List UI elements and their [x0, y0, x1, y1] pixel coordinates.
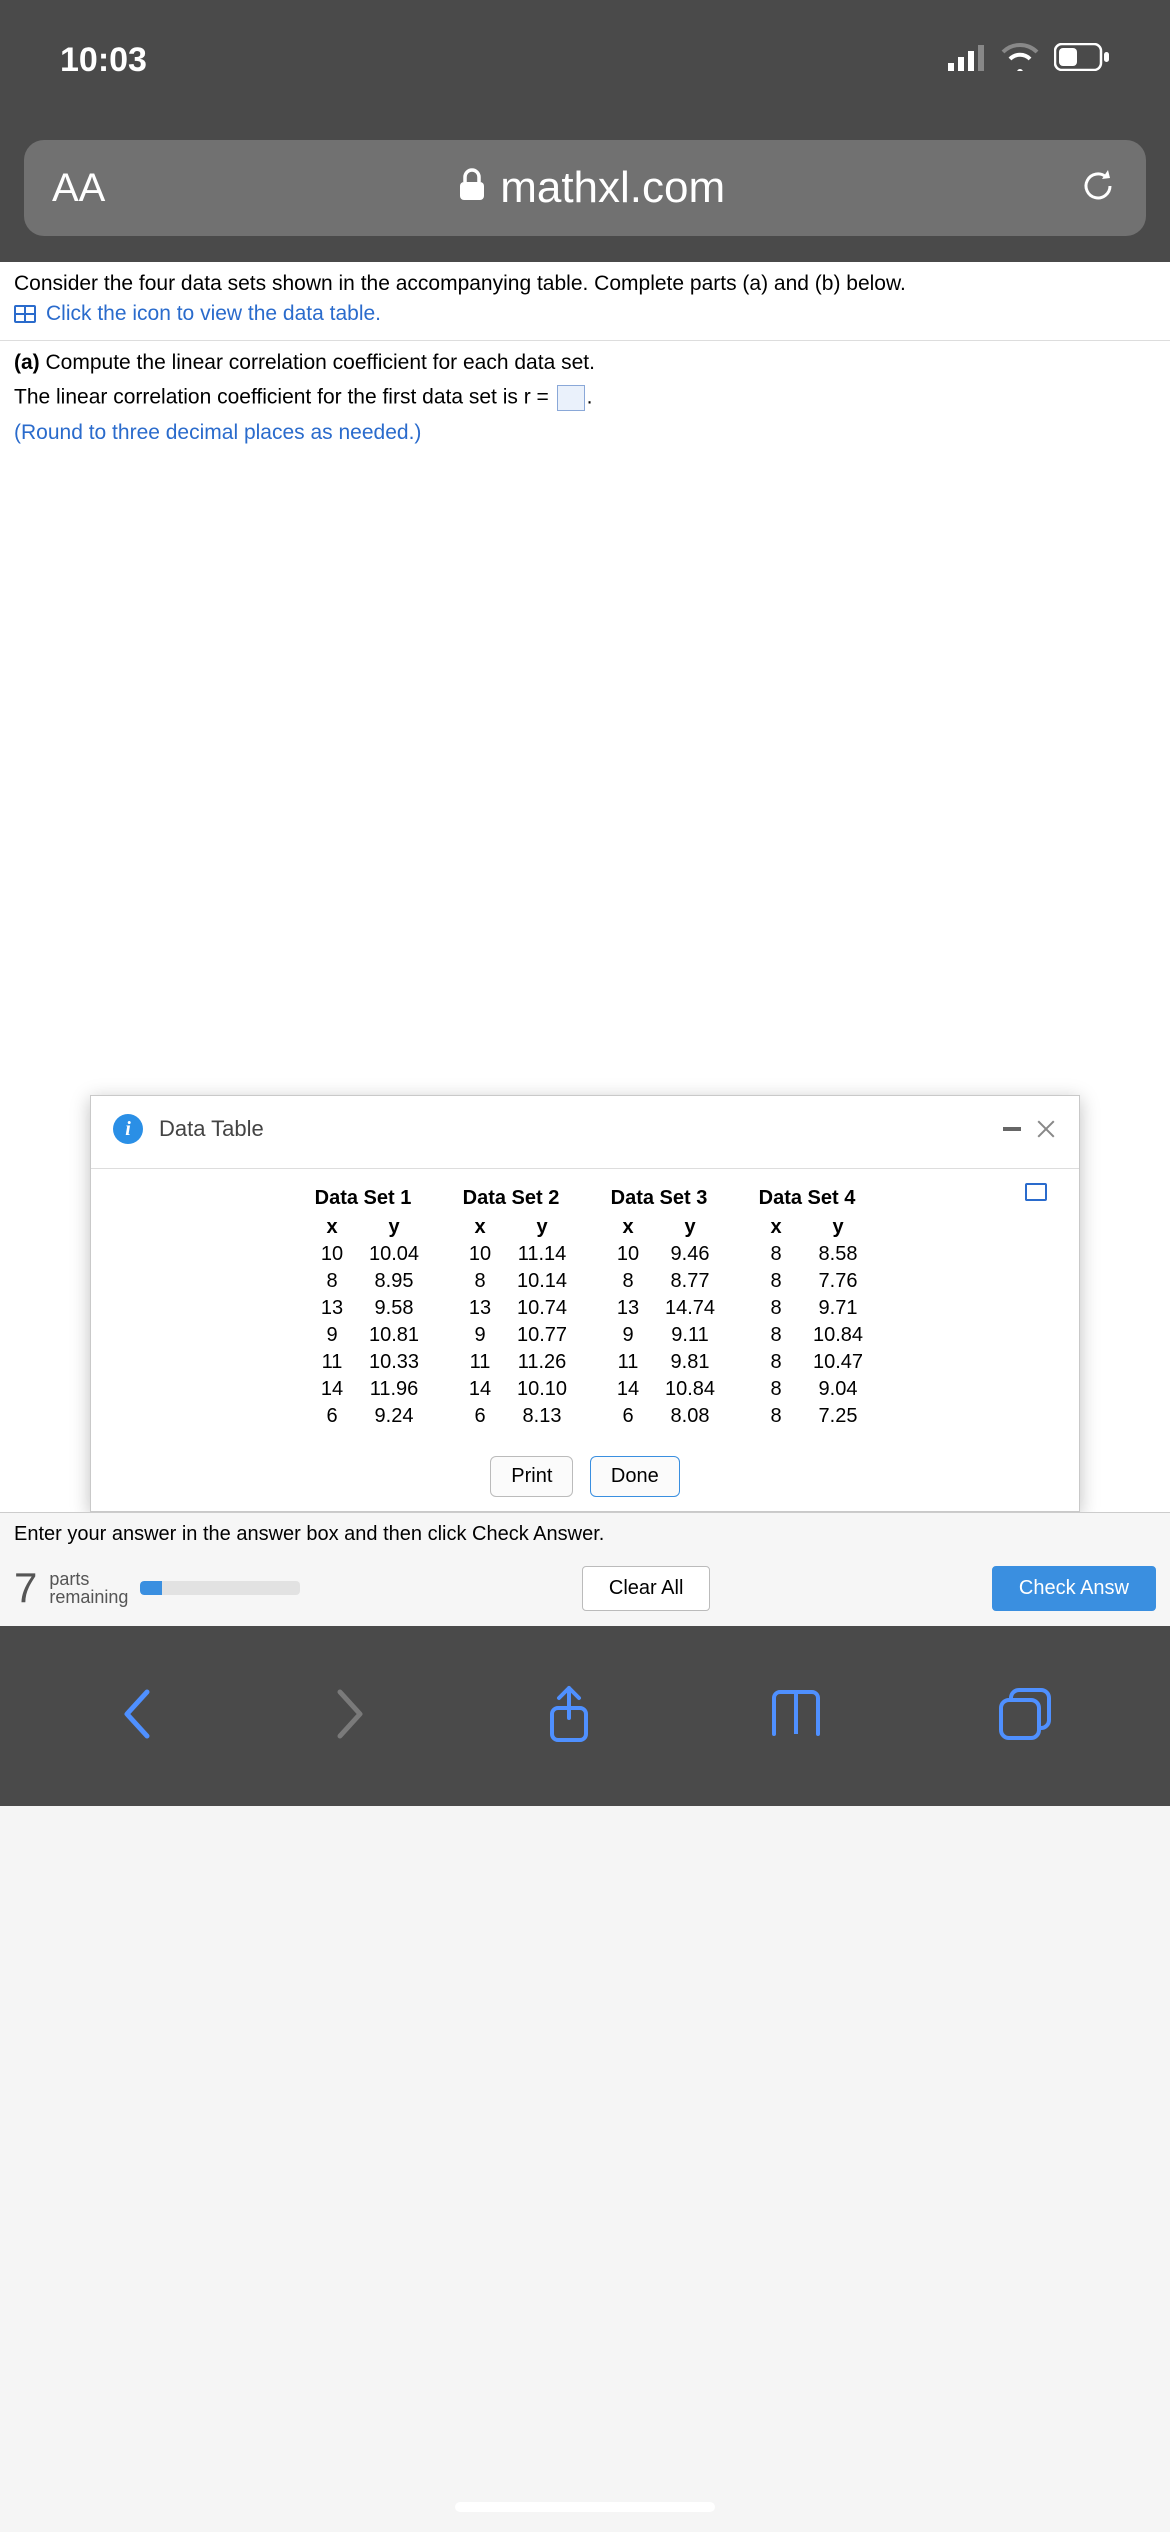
dataset-header: xy — [745, 1214, 869, 1241]
dataset-row: 810.84 — [745, 1322, 869, 1349]
answer-suffix: . — [587, 386, 593, 409]
dataset-row: 119.81 — [597, 1349, 721, 1376]
dataset-row: 910.77 — [449, 1322, 573, 1349]
dataset-row: 910.81 — [301, 1322, 425, 1349]
dataset-title: Data Set 3 — [597, 1187, 721, 1210]
part-a-label: (a) — [14, 351, 40, 374]
dataset-row: 99.11 — [597, 1322, 721, 1349]
dataset-header: xy — [301, 1214, 425, 1241]
dataset-row: 109.46 — [597, 1241, 721, 1268]
parts-label-bot: remaining — [49, 1588, 128, 1606]
dataset-column: Data Set 2 xy1011.14810.141310.74910.7711… — [449, 1187, 573, 1430]
status-bar: 10:03 — [0, 0, 1170, 120]
tabs-button[interactable] — [997, 1686, 1053, 1747]
dataset-row: 139.58 — [301, 1295, 425, 1322]
dataset-row: 89.71 — [745, 1295, 869, 1322]
dataset-row: 1310.74 — [449, 1295, 573, 1322]
bookmarks-button[interactable] — [768, 1688, 824, 1745]
datasets-grid: Data Set 1xy1010.0488.95139.58910.811110… — [131, 1187, 1039, 1430]
dataset-column: Data Set 4xy88.5887.7689.71810.84810.478… — [745, 1187, 869, 1430]
info-icon: i — [113, 1114, 143, 1144]
whitespace — [0, 455, 1170, 1095]
dataset-title: Data Set 1 — [301, 1187, 425, 1210]
link-text: Click the icon to view the data table. — [46, 302, 381, 326]
part-a: (a) Compute the linear correlation coeff… — [0, 341, 1170, 455]
wifi-icon — [1000, 41, 1040, 80]
dataset-row: 89.04 — [745, 1376, 869, 1403]
dataset-row: 1011.14 — [449, 1241, 573, 1268]
browser-bar: AA mathxl.com — [0, 120, 1170, 262]
dataset-row: 1410.84 — [597, 1376, 721, 1403]
share-button[interactable] — [544, 1684, 594, 1749]
dataset-row: 69.24 — [301, 1403, 425, 1430]
close-button[interactable] — [1035, 1118, 1057, 1140]
dataset-title: Data Set 2 — [449, 1187, 573, 1210]
table-icon — [14, 305, 36, 323]
parts-count: 7 — [14, 1564, 37, 1612]
minimize-button[interactable] — [1003, 1127, 1021, 1131]
data-table-link[interactable]: Click the icon to view the data table. — [14, 302, 1156, 326]
answer-line: The linear correlation coefficient for t… — [14, 385, 1156, 411]
question-intro: Consider the four data sets shown in the… — [0, 262, 1170, 341]
copy-icon[interactable] — [1025, 1187, 1043, 1201]
clear-all-button[interactable]: Clear All — [582, 1566, 710, 1611]
progress-bar — [140, 1581, 300, 1595]
dataset-row: 810.14 — [449, 1268, 573, 1295]
battery-icon — [1054, 41, 1110, 80]
modal-footer: Print Done — [91, 1452, 1079, 1511]
reload-button[interactable] — [1078, 166, 1118, 211]
dataset-row: 88.58 — [745, 1241, 869, 1268]
dataset-row: 68.13 — [449, 1403, 573, 1430]
parts-remaining: 7 parts remaining — [14, 1564, 300, 1612]
status-indicators — [948, 41, 1110, 80]
part-a-text: Compute the linear correlation coefficie… — [40, 351, 595, 374]
home-indicator[interactable] — [455, 2502, 715, 2512]
dataset-row: 87.25 — [745, 1403, 869, 1430]
part-a-prompt: (a) Compute the linear correlation coeff… — [14, 351, 1156, 375]
dataset-row: 1010.04 — [301, 1241, 425, 1268]
page-content: Consider the four data sets shown in the… — [0, 262, 1170, 1626]
dataset-title: Data Set 4 — [745, 1187, 869, 1210]
dataset-row: 1111.26 — [449, 1349, 573, 1376]
answer-input[interactable] — [557, 385, 585, 411]
answer-footer: Enter your answer in the answer box and … — [0, 1512, 1170, 1626]
dataset-row: 88.95 — [301, 1268, 425, 1295]
dataset-column: Data Set 3 xy109.4688.771314.7499.11119.8… — [597, 1187, 721, 1430]
lock-icon — [458, 163, 486, 213]
rounding-hint: (Round to three decimal places as needed… — [14, 421, 1156, 445]
modal-title: Data Table — [159, 1116, 264, 1142]
dataset-row: 810.47 — [745, 1349, 869, 1376]
dataset-row: 88.77 — [597, 1268, 721, 1295]
ios-toolbar — [0, 1626, 1170, 1806]
dataset-row: 1110.33 — [301, 1349, 425, 1376]
parts-label-top: parts — [49, 1570, 128, 1588]
dataset-row: 1314.74 — [597, 1295, 721, 1322]
dataset-header: xy — [597, 1214, 721, 1241]
check-answer-button[interactable]: Check Answ — [992, 1566, 1156, 1611]
back-button[interactable] — [117, 1686, 157, 1747]
answer-prefix: The linear correlation coefficient for t… — [14, 386, 555, 409]
done-button[interactable]: Done — [590, 1456, 680, 1497]
footer-row: 7 parts remaining Clear All Check Answ — [0, 1556, 1170, 1626]
url-display[interactable]: mathxl.com — [458, 163, 725, 213]
modal-body: Data Set 1xy1010.0488.95139.58910.811110… — [91, 1168, 1079, 1452]
text-size-button[interactable]: AA — [52, 166, 105, 211]
intro-text: Consider the four data sets shown in the… — [14, 272, 1156, 296]
dataset-row: 1411.96 — [301, 1376, 425, 1403]
dataset-header: xy — [449, 1214, 573, 1241]
dataset-row: 1410.10 — [449, 1376, 573, 1403]
url-text: mathxl.com — [500, 163, 725, 213]
data-table-modal: i Data Table Data Set 1xy1010.0488.95139… — [90, 1095, 1080, 1512]
dataset-row: 87.76 — [745, 1268, 869, 1295]
print-button[interactable]: Print — [490, 1456, 573, 1497]
footer-prompt: Enter your answer in the answer box and … — [0, 1513, 1170, 1556]
forward-button[interactable] — [330, 1686, 370, 1747]
cellular-icon — [948, 41, 986, 80]
modal-header: i Data Table — [91, 1096, 1079, 1168]
dataset-row: 68.08 — [597, 1403, 721, 1430]
address-bar[interactable]: AA mathxl.com — [24, 140, 1146, 236]
dataset-column: Data Set 1 xy1010.0488.95139.58910.811110… — [301, 1187, 425, 1430]
status-time: 10:03 — [60, 41, 147, 80]
